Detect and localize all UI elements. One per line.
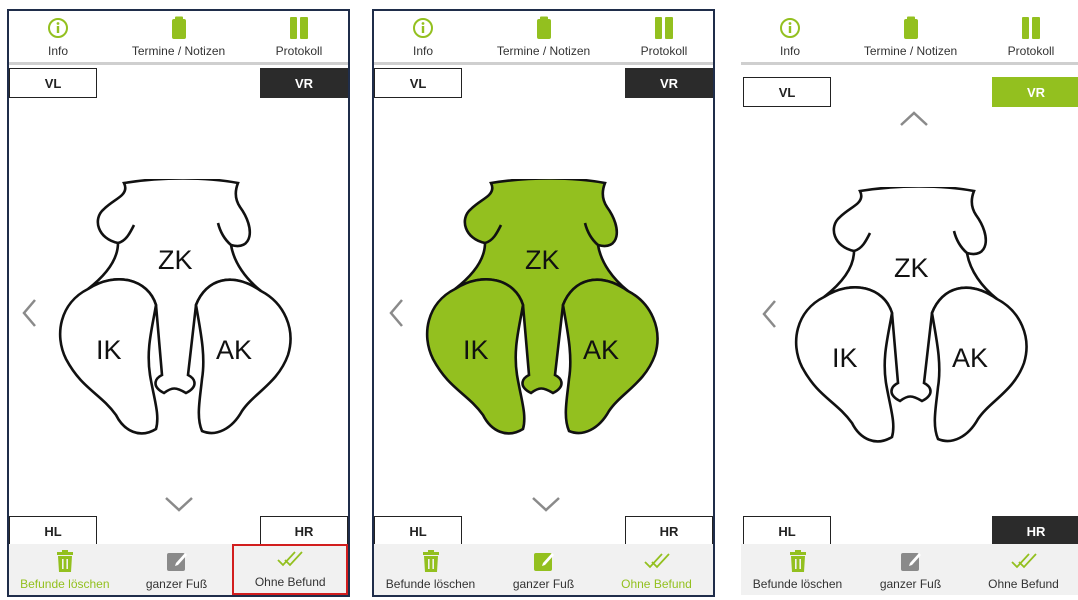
befunde-loeschen-label: Befunde löschen	[20, 577, 110, 591]
tab-info-label: Info	[779, 44, 800, 58]
info-circle-icon	[47, 15, 69, 41]
pencil-square-icon	[533, 549, 554, 573]
double-check-icon	[1010, 549, 1037, 573]
tab-protokoll-label: Protokoll	[275, 44, 323, 58]
tab-termine-label: Termine / Notizen	[131, 44, 226, 58]
foot-label-ik: IK	[96, 335, 122, 365]
chevron-left-icon[interactable]	[388, 298, 404, 328]
ganzer-fuss-label: ganzer Fuß	[145, 577, 208, 591]
corner-button-hr[interactable]: HR	[625, 516, 713, 546]
foot-diagram: ZK IK AK	[425, 179, 659, 435]
corner-button-vl[interactable]: VL	[9, 68, 97, 98]
bottom-action-bar: Befunde löschen ganzer Fuß Ohne Befund	[9, 544, 348, 595]
tab-protokoll[interactable]: Protokoll	[996, 15, 1066, 58]
ganzer-fuss-label: ganzer Fuß	[512, 577, 575, 591]
foot-label-zk: ZK	[158, 245, 193, 275]
tab-protokoll[interactable]: Protokoll	[629, 15, 699, 58]
foot-diagram: ZK IK AK	[794, 187, 1028, 443]
corner-button-vl[interactable]: VL	[374, 68, 462, 98]
book-icon	[654, 15, 674, 41]
top-tab-bar: Info Termine / Notizen Protokoll	[9, 11, 348, 65]
tab-info-label: Info	[47, 44, 68, 58]
chevron-down-icon[interactable]	[164, 496, 194, 512]
tab-protokoll-label: Protokoll	[1007, 44, 1055, 58]
ohne-befund-button[interactable]: Ohne Befund	[232, 544, 348, 595]
befunde-loeschen-label: Befunde löschen	[385, 577, 476, 591]
info-circle-icon	[412, 15, 434, 41]
pencil-square-icon	[900, 549, 921, 573]
tab-info[interactable]: Info	[23, 15, 93, 58]
ohne-befund-label: Ohne Befund	[254, 575, 326, 589]
foot-label-zk: ZK	[894, 253, 929, 283]
top-tab-bar: Info Termine / Notizen Protokoll	[741, 11, 1078, 65]
ganzer-fuss-button[interactable]: ganzer Fuß	[121, 544, 233, 595]
tab-info[interactable]: Info	[388, 15, 458, 58]
trash-icon	[422, 549, 440, 573]
clipboard-icon	[903, 15, 919, 41]
chevron-left-icon[interactable]	[761, 299, 777, 329]
app-panel-3: Info Termine / Notizen Protokoll VL VR Z…	[739, 9, 1078, 597]
book-icon	[289, 15, 309, 41]
befunde-loeschen-button[interactable]: Befunde löschen	[741, 544, 854, 595]
double-check-icon	[643, 549, 670, 573]
befunde-loeschen-label: Befunde löschen	[752, 577, 843, 591]
clipboard-icon	[536, 15, 552, 41]
ohne-befund-label: Ohne Befund	[621, 577, 692, 591]
corner-button-hl[interactable]: HL	[9, 516, 97, 546]
corner-button-hr[interactable]: HR	[992, 516, 1078, 546]
trash-icon	[789, 549, 807, 573]
trash-icon	[56, 549, 74, 573]
clipboard-icon	[171, 15, 187, 41]
info-circle-icon	[779, 15, 801, 41]
corner-button-hr[interactable]: HR	[260, 516, 348, 546]
corner-button-vr[interactable]: VR	[260, 68, 348, 98]
foot-label-ik: IK	[832, 343, 858, 373]
foot-diagram: ZK IK AK	[58, 179, 292, 435]
tab-termine-notizen[interactable]: Termine / Notizen	[132, 15, 225, 58]
tab-termine-notizen[interactable]: Termine / Notizen	[497, 15, 590, 58]
corner-button-vl[interactable]: VL	[743, 77, 831, 107]
foot-label-ik: IK	[463, 335, 489, 365]
tab-info[interactable]: Info	[755, 15, 825, 58]
foot-label-ak: AK	[216, 335, 252, 365]
ganzer-fuss-button[interactable]: ganzer Fuß	[487, 544, 600, 595]
corner-button-hl[interactable]: HL	[374, 516, 462, 546]
tab-protokoll[interactable]: Protokoll	[264, 15, 334, 58]
tab-termine-label: Termine / Notizen	[496, 44, 591, 58]
ohne-befund-label: Ohne Befund	[988, 577, 1059, 591]
screenshot-stage: Info Termine / Notizen Protokoll VL VR Z…	[0, 0, 1078, 600]
foot-label-ak: AK	[952, 343, 988, 373]
bottom-action-bar: Befunde löschen ganzer Fuß Ohne Befund	[374, 544, 713, 595]
foot-label-zk: ZK	[525, 245, 560, 275]
tab-termine-notizen[interactable]: Termine / Notizen	[864, 15, 957, 58]
tab-info-label: Info	[412, 44, 433, 58]
chevron-left-icon[interactable]	[21, 298, 37, 328]
corner-button-hl[interactable]: HL	[743, 516, 831, 546]
app-panel-2: Info Termine / Notizen Protokoll VL VR Z…	[372, 9, 715, 597]
befunde-loeschen-button[interactable]: Befunde löschen	[374, 544, 487, 595]
double-check-icon	[277, 547, 303, 571]
pencil-square-icon	[166, 549, 187, 573]
foot-label-ak: AK	[583, 335, 619, 365]
tab-termine-label: Termine / Notizen	[863, 44, 958, 58]
tab-protokoll-label: Protokoll	[640, 44, 688, 58]
ohne-befund-button[interactable]: Ohne Befund	[967, 544, 1078, 595]
befunde-loeschen-button[interactable]: Befunde löschen	[9, 544, 121, 595]
app-panel-1: Info Termine / Notizen Protokoll VL VR Z…	[7, 9, 350, 597]
top-tab-bar: Info Termine / Notizen Protokoll	[374, 11, 713, 65]
ganzer-fuss-button[interactable]: ganzer Fuß	[854, 544, 967, 595]
chevron-up-icon[interactable]	[899, 111, 929, 127]
corner-button-vr[interactable]: VR	[625, 68, 713, 98]
corner-button-vr[interactable]: VR	[992, 77, 1078, 107]
ganzer-fuss-label: ganzer Fuß	[879, 577, 942, 591]
bottom-action-bar: Befunde löschen ganzer Fuß Ohne Befund	[741, 544, 1078, 595]
chevron-down-icon[interactable]	[531, 496, 561, 512]
ohne-befund-button[interactable]: Ohne Befund	[600, 544, 713, 595]
book-icon	[1021, 15, 1041, 41]
